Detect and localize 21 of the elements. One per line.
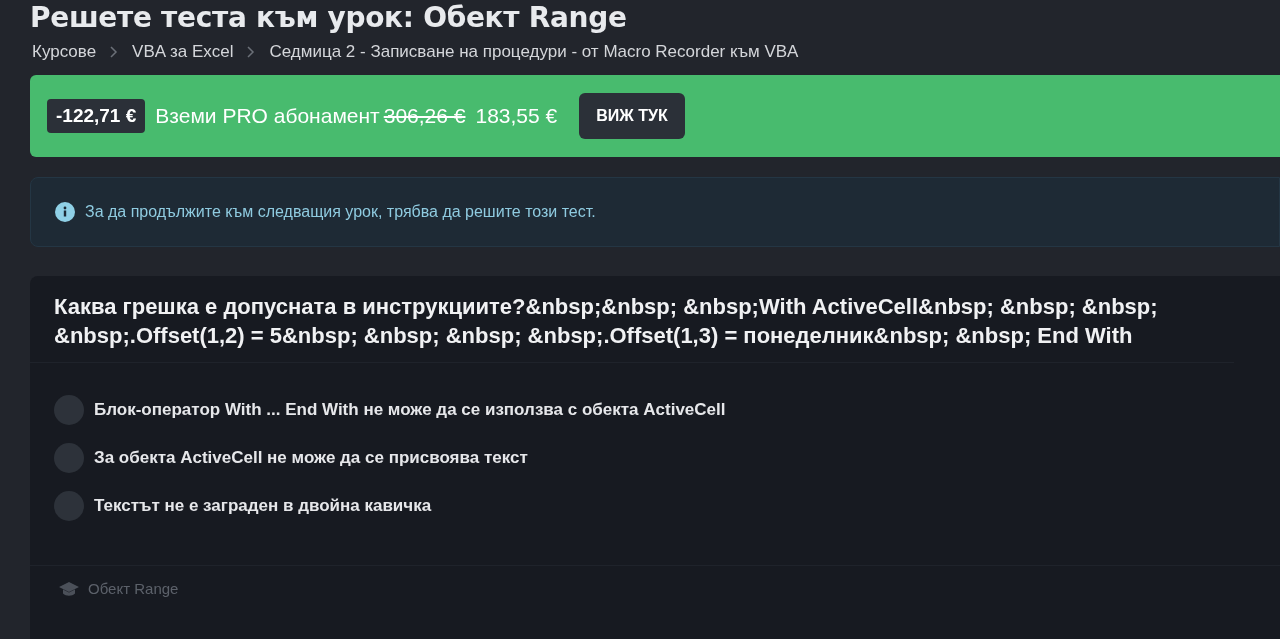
breadcrumb-link[interactable]: VBA за Excel: [132, 42, 234, 62]
breadcrumb-link[interactable]: Седмица 2 - Записване на процедури - от Macro Recorder към VBA: [269, 42, 799, 62]
price: 183,55 €: [475, 104, 558, 128]
chevron-icon: [110, 46, 119, 58]
see-here-button[interactable]: ВИЖ ТУК: [579, 93, 685, 139]
info-icon: [55, 202, 75, 222]
option-label[interactable]: Текстът не е заграден в двойна кавичка: [94, 496, 432, 516]
chevron-icon: [247, 46, 256, 58]
radio-button[interactable]: [54, 395, 84, 425]
page-title: Решете теста към урок: Обект Range: [30, 0, 628, 36]
breadcrumb-link[interactable]: Курсове: [32, 42, 97, 62]
old-price: 306,26 €: [383, 104, 466, 128]
option-label[interactable]: Блок-оператор With ... End With не може да се използва с обекта ActiveCell: [94, 400, 726, 420]
option-label[interactable]: За обекта ActiveCell не може да се присвоява текст: [94, 448, 528, 468]
promo-text: Вземи PRO абонамент: [155, 104, 380, 128]
question-text: Каква грешка е допусната в инструкциите?&nbsp;&nbsp; &nbsp;With ActiveCell&nbsp; &nbsp; &nbsp; &nbsp;.Offset(1,2) = 5&nbsp; &nbsp; &nbsp; &nbsp;.Offset(1,3) = понеделник&nbsp; &nbsp; End With: [30, 276, 1234, 363]
discount-badge: -122,71 €: [47, 99, 146, 133]
graduation-cap-icon: [58, 580, 80, 597]
radio-button[interactable]: [54, 491, 84, 521]
notice-text: За да продължите към следващия урок, трябва да решите този тест.: [85, 203, 596, 221]
radio-button[interactable]: [54, 443, 84, 473]
